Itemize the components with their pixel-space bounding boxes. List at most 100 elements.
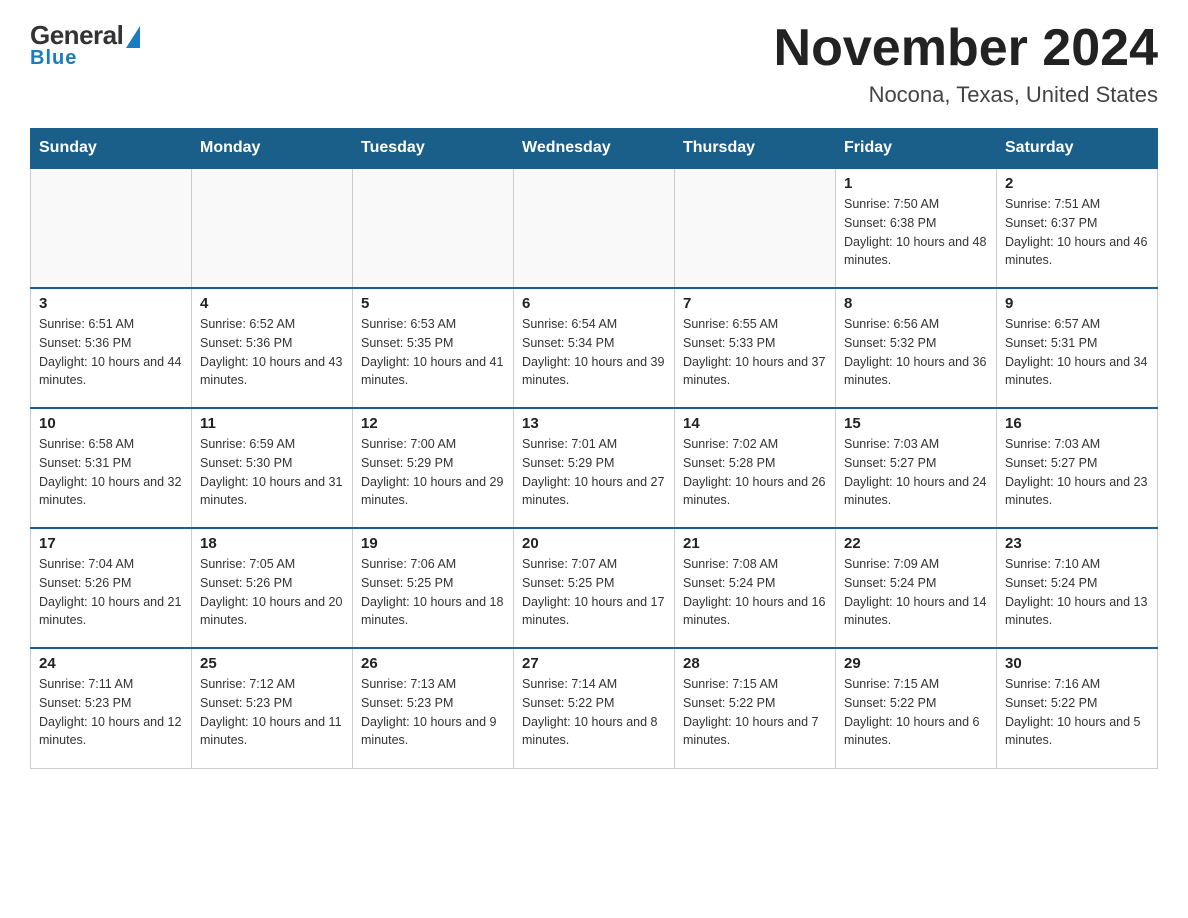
day-info: Sunrise: 6:57 AMSunset: 5:31 PMDaylight:…	[1005, 315, 1149, 390]
location-title: Nocona, Texas, United States	[774, 82, 1158, 108]
day-info: Sunrise: 7:05 AMSunset: 5:26 PMDaylight:…	[200, 555, 344, 630]
day-info: Sunrise: 7:12 AMSunset: 5:23 PMDaylight:…	[200, 675, 344, 750]
day-info: Sunrise: 7:03 AMSunset: 5:27 PMDaylight:…	[844, 435, 988, 510]
day-info: Sunrise: 6:55 AMSunset: 5:33 PMDaylight:…	[683, 315, 827, 390]
calendar-cell: 18Sunrise: 7:05 AMSunset: 5:26 PMDayligh…	[192, 528, 353, 648]
header: General Blue November 2024 Nocona, Texas…	[30, 20, 1158, 108]
day-number: 23	[1005, 535, 1149, 552]
day-number: 7	[683, 295, 827, 312]
day-number: 26	[361, 655, 505, 672]
day-number: 27	[522, 655, 666, 672]
day-number: 13	[522, 415, 666, 432]
calendar-cell: 2Sunrise: 7:51 AMSunset: 6:37 PMDaylight…	[997, 168, 1158, 288]
calendar-cell	[31, 168, 192, 288]
day-info: Sunrise: 7:03 AMSunset: 5:27 PMDaylight:…	[1005, 435, 1149, 510]
calendar-cell: 26Sunrise: 7:13 AMSunset: 5:23 PMDayligh…	[353, 648, 514, 768]
day-info: Sunrise: 7:14 AMSunset: 5:22 PMDaylight:…	[522, 675, 666, 750]
calendar-cell	[675, 168, 836, 288]
day-number: 6	[522, 295, 666, 312]
day-number: 4	[200, 295, 344, 312]
calendar-cell: 9 Sunrise: 6:57 AMSunset: 5:31 PMDaylight…	[997, 288, 1158, 408]
day-info: Sunrise: 6:56 AMSunset: 5:32 PMDaylight:…	[844, 315, 988, 390]
day-info: Sunrise: 6:58 AMSunset: 5:31 PMDaylight:…	[39, 435, 183, 510]
calendar-cell: 15 Sunrise: 7:03 AMSunset: 5:27 PMDayligh…	[836, 408, 997, 528]
day-info: Sunrise: 6:54 AMSunset: 5:34 PMDaylight:…	[522, 315, 666, 390]
calendar-cell: 14 Sunrise: 7:02 AMSunset: 5:28 PMDayligh…	[675, 408, 836, 528]
calendar-cell: 5 Sunrise: 6:53 AMSunset: 5:35 PMDaylight…	[353, 288, 514, 408]
calendar-cell: 17 Sunrise: 7:04 AMSunset: 5:26 PMDayligh…	[31, 528, 192, 648]
day-info: Sunrise: 6:59 AMSunset: 5:30 PMDaylight:…	[200, 435, 344, 510]
calendar-cell: 11 Sunrise: 6:59 AMSunset: 5:30 PMDayligh…	[192, 408, 353, 528]
day-info: Sunrise: 7:15 AMSunset: 5:22 PMDaylight:…	[844, 675, 988, 750]
calendar-cell: 29 Sunrise: 7:15 AMSunset: 5:22 PMDayligh…	[836, 648, 997, 768]
title-area: November 2024 Nocona, Texas, United Stat…	[774, 20, 1158, 108]
day-number: 25	[200, 655, 344, 672]
day-number: 17	[39, 535, 183, 552]
day-number: 11	[200, 415, 344, 432]
calendar-cell: 19 Sunrise: 7:06 AMSunset: 5:25 PMDayligh…	[353, 528, 514, 648]
day-number: 29	[844, 655, 988, 672]
calendar-cell	[353, 168, 514, 288]
calendar-cell: 7 Sunrise: 6:55 AMSunset: 5:33 PMDaylight…	[675, 288, 836, 408]
calendar-cell: 24 Sunrise: 7:11 AMSunset: 5:23 PMDayligh…	[31, 648, 192, 768]
weekday-header-wednesday: Wednesday	[514, 129, 675, 169]
weekday-header-tuesday: Tuesday	[353, 129, 514, 169]
weekday-header-thursday: Thursday	[675, 129, 836, 169]
day-info: Sunrise: 7:11 AMSunset: 5:23 PMDaylight:…	[39, 675, 183, 750]
day-number: 2	[1005, 175, 1149, 192]
day-info: Sunrise: 7:07 AMSunset: 5:25 PMDaylight:…	[522, 555, 666, 630]
calendar-cell: 22 Sunrise: 7:09 AMSunset: 5:24 PMDayligh…	[836, 528, 997, 648]
day-number: 5	[361, 295, 505, 312]
calendar-cell: 10 Sunrise: 6:58 AMSunset: 5:31 PMDayligh…	[31, 408, 192, 528]
logo-triangle-icon	[126, 26, 140, 48]
calendar-cell: 4 Sunrise: 6:52 AMSunset: 5:36 PMDaylight…	[192, 288, 353, 408]
day-number: 24	[39, 655, 183, 672]
day-info: Sunrise: 6:53 AMSunset: 5:35 PMDaylight:…	[361, 315, 505, 390]
day-info: Sunrise: 6:52 AMSunset: 5:36 PMDaylight:…	[200, 315, 344, 390]
day-info: Sunrise: 7:09 AMSunset: 5:24 PMDaylight:…	[844, 555, 988, 630]
calendar-cell: 16 Sunrise: 7:03 AMSunset: 5:27 PMDayligh…	[997, 408, 1158, 528]
day-info: Sunrise: 7:02 AMSunset: 5:28 PMDaylight:…	[683, 435, 827, 510]
calendar-cell: 1 Sunrise: 7:50 AMSunset: 6:38 PMDaylight…	[836, 168, 997, 288]
calendar-cell: 8 Sunrise: 6:56 AMSunset: 5:32 PMDaylight…	[836, 288, 997, 408]
calendar-week-row: 3 Sunrise: 6:51 AMSunset: 5:36 PMDaylight…	[31, 288, 1158, 408]
calendar-cell: 28 Sunrise: 7:15 AMSunset: 5:22 PMDayligh…	[675, 648, 836, 768]
day-info: Sunrise: 7:15 AMSunset: 5:22 PMDaylight:…	[683, 675, 827, 750]
calendar-week-row: 10 Sunrise: 6:58 AMSunset: 5:31 PMDayligh…	[31, 408, 1158, 528]
day-info: Sunrise: 7:10 AMSunset: 5:24 PMDaylight:…	[1005, 555, 1149, 630]
day-number: 30	[1005, 655, 1149, 672]
day-number: 3	[39, 295, 183, 312]
calendar-week-row: 24 Sunrise: 7:11 AMSunset: 5:23 PMDayligh…	[31, 648, 1158, 768]
day-number: 9	[1005, 295, 1149, 312]
calendar-week-row: 1 Sunrise: 7:50 AMSunset: 6:38 PMDaylight…	[31, 168, 1158, 288]
weekday-header-friday: Friday	[836, 129, 997, 169]
day-info: Sunrise: 6:51 AMSunset: 5:36 PMDaylight:…	[39, 315, 183, 390]
weekday-header-saturday: Saturday	[997, 129, 1158, 169]
day-number: 28	[683, 655, 827, 672]
day-number: 15	[844, 415, 988, 432]
calendar-cell: 12Sunrise: 7:00 AMSunset: 5:29 PMDayligh…	[353, 408, 514, 528]
day-info: Sunrise: 7:04 AMSunset: 5:26 PMDaylight:…	[39, 555, 183, 630]
calendar-cell: 27 Sunrise: 7:14 AMSunset: 5:22 PMDayligh…	[514, 648, 675, 768]
day-info: Sunrise: 7:50 AMSunset: 6:38 PMDaylight:…	[844, 195, 988, 270]
day-number: 19	[361, 535, 505, 552]
calendar-week-row: 17 Sunrise: 7:04 AMSunset: 5:26 PMDayligh…	[31, 528, 1158, 648]
day-info: Sunrise: 7:01 AMSunset: 5:29 PMDaylight:…	[522, 435, 666, 510]
day-number: 14	[683, 415, 827, 432]
day-info: Sunrise: 7:08 AMSunset: 5:24 PMDaylight:…	[683, 555, 827, 630]
day-number: 16	[1005, 415, 1149, 432]
day-number: 1	[844, 175, 988, 192]
day-number: 21	[683, 535, 827, 552]
calendar-cell	[192, 168, 353, 288]
calendar-cell: 23 Sunrise: 7:10 AMSunset: 5:24 PMDayligh…	[997, 528, 1158, 648]
logo: General Blue	[30, 20, 140, 70]
calendar: SundayMondayTuesdayWednesdayThursdayFrid…	[30, 128, 1158, 769]
logo-blue-text: Blue	[30, 47, 77, 70]
day-number: 8	[844, 295, 988, 312]
day-number: 10	[39, 415, 183, 432]
calendar-cell	[514, 168, 675, 288]
calendar-cell: 6 Sunrise: 6:54 AMSunset: 5:34 PMDaylight…	[514, 288, 675, 408]
day-number: 20	[522, 535, 666, 552]
day-number: 22	[844, 535, 988, 552]
day-info: Sunrise: 7:06 AMSunset: 5:25 PMDaylight:…	[361, 555, 505, 630]
